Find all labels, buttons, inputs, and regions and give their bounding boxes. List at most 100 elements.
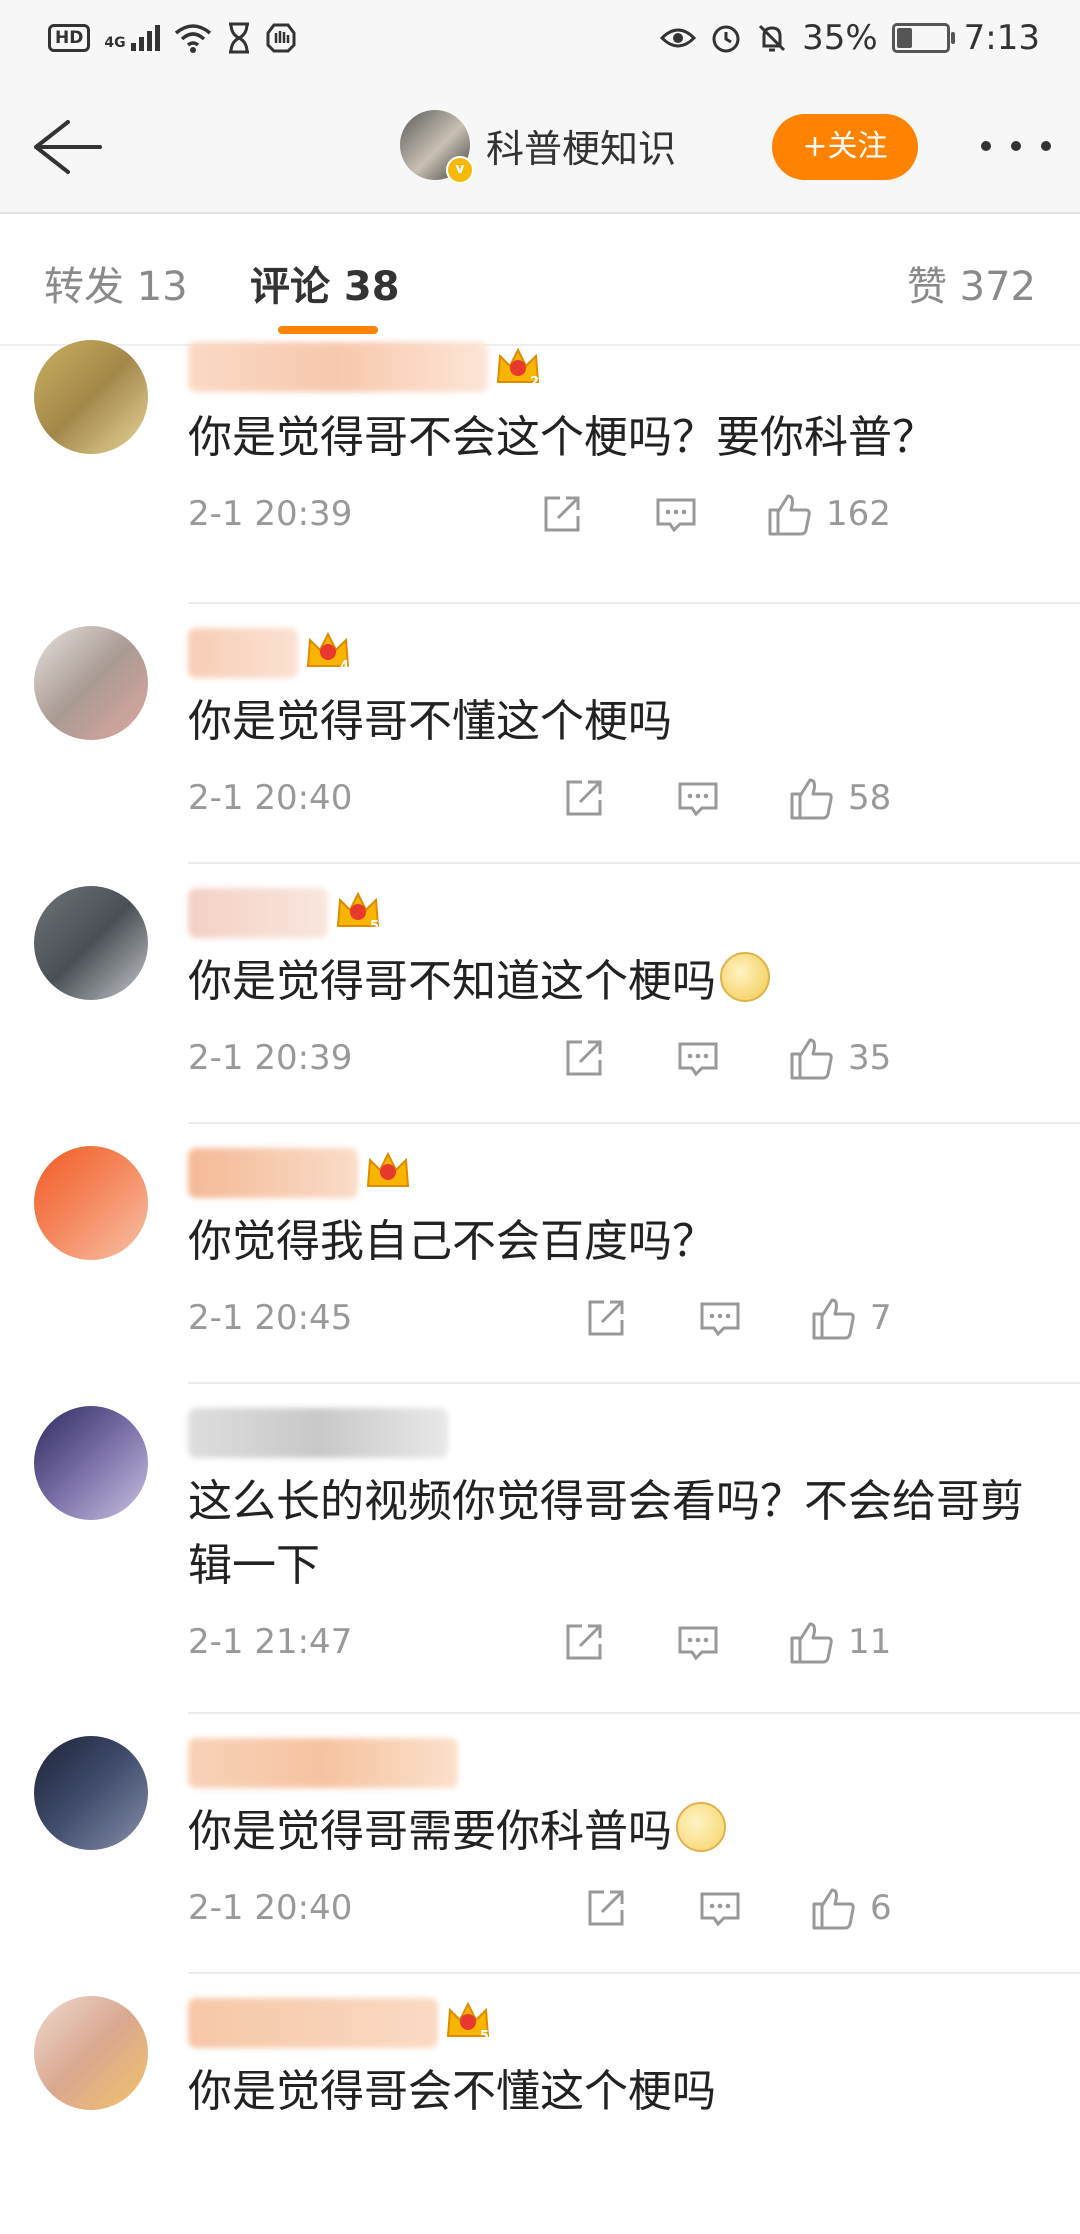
comment-text: 这么长的视频你觉得哥会看吗？不会给哥剪辑一下 (188, 1470, 1050, 1598)
more-dots-icon[interactable] (976, 126, 1056, 166)
comment-text-content: 你是觉得哥会不懂这个梗吗 (188, 2066, 716, 2117)
avatar[interactable]: v (400, 110, 474, 184)
comment-item[interactable]: 2 你是觉得哥不会这个梗吗？要你科普？ 2-1 20:39 162 (0, 340, 1080, 604)
reply-button[interactable] (676, 772, 720, 824)
comment-item[interactable]: 你觉得我自己不会百度吗？ 2-1 20:45 7 (0, 1124, 1080, 1384)
avatar[interactable] (34, 886, 148, 1000)
comment-time: 2-1 20:40 (188, 1888, 353, 1928)
share-button[interactable] (540, 488, 584, 540)
comment-time: 2-1 20:39 (188, 1038, 353, 1078)
thinking-emoji-icon (676, 1802, 726, 1852)
comment-text-content: 你是觉得哥不知道这个梗吗 (188, 956, 716, 1007)
avatar[interactable] (34, 1996, 148, 2110)
reply-icon[interactable] (698, 1296, 742, 1340)
like-button[interactable]: 35 (788, 1032, 891, 1084)
reply-button[interactable] (698, 1292, 742, 1344)
comment-text: 你是觉得哥会不懂这个梗吗 (188, 2060, 1050, 2124)
follow-button[interactable]: +关注 (772, 114, 918, 180)
reply-icon[interactable] (676, 1036, 720, 1080)
account-header[interactable]: v 科普梗知识 (400, 110, 676, 184)
comment-time: 2-1 20:45 (188, 1298, 353, 1338)
reply-button[interactable] (676, 1032, 720, 1084)
share-icon[interactable] (540, 492, 584, 536)
avatar[interactable] (34, 1736, 148, 1850)
like-thumb-icon[interactable] (766, 490, 814, 538)
status-left: HD 4G (48, 22, 296, 54)
battery-icon (891, 23, 955, 53)
status-bar: HD 4G 35% 7:13 (0, 0, 1080, 84)
avatar[interactable] (34, 626, 148, 740)
tab-repost[interactable]: 转发 13 (44, 254, 188, 312)
comment-item[interactable]: 4 你是觉得哥不懂这个梗吗 2-1 20:40 58 (0, 604, 1080, 864)
like-button[interactable]: 11 (788, 1616, 891, 1668)
like-thumb-icon[interactable] (788, 1618, 836, 1666)
reply-icon[interactable] (654, 492, 698, 536)
like-thumb-icon[interactable] (788, 1034, 836, 1082)
doge-emoji-icon (720, 952, 770, 1002)
status-right: 35% 7:13 (660, 18, 1040, 58)
share-icon[interactable] (584, 1886, 628, 1930)
comment-text: 你是觉得哥不知道这个梗吗 (188, 950, 1050, 1014)
username-blurred[interactable] (188, 888, 328, 938)
fan-crown-icon: 5 (444, 1998, 492, 2044)
comment-item[interactable]: 这么长的视频你觉得哥会看吗？不会给哥剪辑一下 2-1 21:47 11 (0, 1384, 1080, 1714)
username-blurred[interactable] (188, 342, 488, 392)
reply-icon[interactable] (698, 1886, 742, 1930)
like-count: 162 (826, 494, 891, 534)
top-nav-bar: v 科普梗知识 +关注 (0, 84, 1080, 214)
share-button[interactable] (584, 1882, 628, 1934)
tab-likes[interactable]: 赞 372 (907, 254, 1036, 312)
username-blurred[interactable] (188, 628, 298, 678)
comment-text: 你是觉得哥不懂这个梗吗 (188, 690, 1050, 754)
comment-item[interactable]: 5 你是觉得哥会不懂这个梗吗 (0, 1974, 1080, 2234)
share-icon[interactable] (562, 1036, 606, 1080)
share-button[interactable] (562, 1032, 606, 1084)
reply-button[interactable] (676, 1616, 720, 1668)
hourglass-icon (228, 22, 249, 54)
share-button[interactable] (584, 1292, 628, 1344)
reply-icon[interactable] (676, 776, 720, 820)
like-thumb-icon[interactable] (788, 774, 836, 822)
comment-meta: 2-1 21:47 11 (188, 1616, 1044, 1668)
like-count: 6 (870, 1888, 892, 1928)
tab-comments[interactable]: 评论 38 (250, 254, 400, 312)
svg-text:2: 2 (530, 375, 539, 390)
username-blurred[interactable] (188, 1738, 458, 1788)
like-thumb-icon[interactable] (810, 1884, 858, 1932)
like-button[interactable]: 58 (788, 772, 891, 824)
comment-text: 你是觉得哥需要你科普吗 (188, 1800, 1050, 1864)
account-name[interactable]: 科普梗知识 (486, 118, 676, 173)
like-button[interactable]: 6 (810, 1882, 892, 1934)
fan-crown-icon: 5 (334, 888, 382, 934)
comment-item[interactable]: 你是觉得哥需要你科普吗 2-1 20:40 6 (0, 1714, 1080, 1974)
comment-meta: 2-1 20:39 162 (188, 488, 1044, 540)
share-button[interactable] (562, 772, 606, 824)
mute-bell-icon (759, 24, 786, 52)
avatar[interactable] (34, 340, 148, 454)
username-blurred[interactable] (188, 1408, 448, 1458)
like-button[interactable]: 162 (766, 488, 891, 540)
reply-button[interactable] (654, 488, 698, 540)
comment-text: 你是觉得哥不会这个梗吗？要你科普？ (188, 406, 1050, 470)
reply-icon[interactable] (676, 1620, 720, 1664)
avatar[interactable] (34, 1146, 148, 1260)
reply-button[interactable] (698, 1882, 742, 1934)
arrow-left-icon[interactable] (24, 112, 104, 182)
clock: 7:13 (963, 18, 1040, 58)
like-thumb-icon[interactable] (810, 1294, 858, 1342)
share-icon[interactable] (562, 776, 606, 820)
share-icon[interactable] (584, 1296, 628, 1340)
svg-text:5: 5 (370, 919, 379, 934)
share-button[interactable] (562, 1616, 606, 1668)
signal-icon: 4G (104, 25, 160, 51)
avatar[interactable] (34, 1406, 148, 1520)
username-blurred[interactable] (188, 1998, 438, 2048)
like-button[interactable]: 7 (810, 1292, 892, 1344)
comment-item[interactable]: 5 你是觉得哥不知道这个梗吗 2-1 20:39 35 (0, 864, 1080, 1124)
share-icon[interactable] (562, 1620, 606, 1664)
username-blurred[interactable] (188, 1148, 358, 1198)
network-label: 4G (104, 35, 126, 51)
comment-text-content: 你觉得我自己不会百度吗？ (188, 1216, 716, 1267)
tab-bar: 转发 13 评论 38 赞 372 (0, 214, 1080, 346)
fan-crown-icon: 2 (494, 344, 542, 390)
